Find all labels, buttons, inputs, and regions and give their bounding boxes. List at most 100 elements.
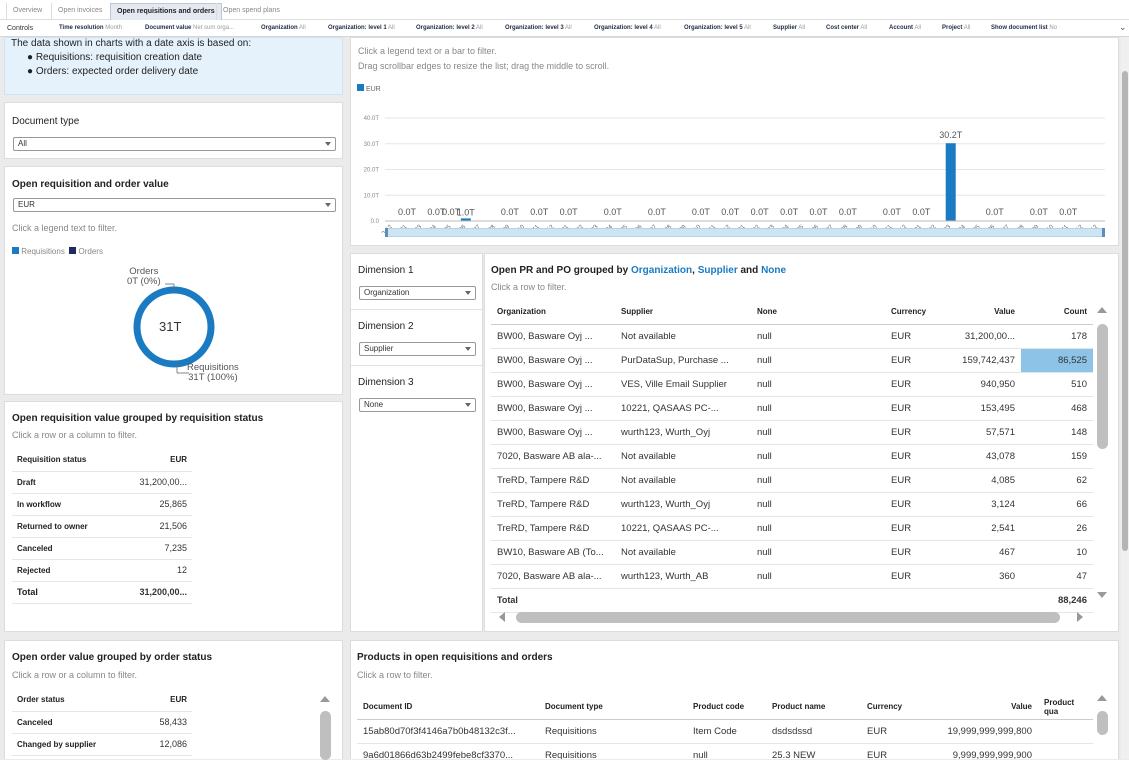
chart-range-scrollbar[interactable]: [385, 228, 1105, 237]
control-time-resolution[interactable]: Time resolution Month: [59, 20, 122, 37]
control-cost-center[interactable]: Cost center All: [826, 20, 867, 37]
column-header[interactable]: Order status: [12, 689, 139, 712]
scrollbar-thumb[interactable]: [1097, 324, 1108, 449]
scroll-up-icon[interactable]: [1097, 695, 1107, 701]
control-supplier[interactable]: Supplier All: [773, 20, 805, 37]
column-header[interactable]: None: [751, 300, 885, 325]
column-header[interactable]: Currency: [885, 300, 949, 325]
dimension-link-supplier[interactable]: Supplier: [698, 265, 738, 276]
scrollbar-thumb[interactable]: [1097, 711, 1108, 735]
dimension-link-none[interactable]: None: [761, 265, 786, 276]
table-cell: Requisitions: [539, 719, 687, 744]
column-header[interactable]: Product qua: [1038, 695, 1093, 720]
table-row[interactable]: Draft 31,200,00...: [12, 471, 192, 494]
tab-open-requisitions-and-orders[interactable]: Open requisitions and orders: [110, 3, 222, 20]
table-cell: null: [751, 468, 885, 493]
control-project[interactable]: Project All: [942, 20, 970, 37]
chevron-down-icon[interactable]: ⌄: [1119, 19, 1127, 36]
control-organization[interactable]: Organization All: [261, 20, 306, 37]
tab-open-invoices[interactable]: Open invoices: [51, 3, 108, 20]
dimension-1-label: Dimension 1: [358, 265, 414, 276]
column-header[interactable]: Product code: [687, 695, 766, 720]
column-header[interactable]: Product name: [766, 695, 861, 720]
control-organization-level-2[interactable]: Organization: level 2 All: [416, 20, 483, 37]
column-header[interactable]: Count: [1021, 300, 1093, 325]
table-row[interactable]: Rejected 12: [12, 559, 192, 582]
page-scrollbar-thumb[interactable]: [1122, 71, 1128, 551]
dimension-1-select[interactable]: Organization: [359, 286, 476, 300]
bar[interactable]: [945, 143, 956, 221]
page-scrollbar[interactable]: [1121, 37, 1129, 759]
table-header: Requisition status EUR: [12, 449, 192, 472]
scrollbar-thumb[interactable]: [320, 711, 331, 760]
table-row[interactable]: 7020, Basware AB ala-... Not available nul…: [491, 444, 1093, 469]
table-row[interactable]: 9a6d01866d63b2499febe8cf3370... Requisiti…: [357, 743, 1093, 759]
scroll-right-icon[interactable]: [1077, 612, 1083, 622]
data-label: 0.0T: [809, 207, 828, 217]
column-header[interactable]: Value: [949, 300, 1021, 325]
grouped-grid-panel: Open PR and PO grouped by Organization, …: [484, 253, 1119, 632]
dimension-2-select[interactable]: Supplier: [359, 342, 476, 356]
table-row[interactable]: BW00, Basware Oyj ... Not available null EU…: [491, 324, 1093, 349]
legend-eur[interactable]: EUR: [357, 84, 381, 93]
table-cell: null: [751, 492, 885, 517]
control-organization-level-3[interactable]: Organization: level 3 All: [505, 20, 572, 37]
bar-chart[interactable]: 0.010.0T20.0T30.0T40.0T2020-122022-01202…: [351, 108, 1118, 233]
table-row[interactable]: 7020, Basware AB ala-... wurth123, Wurth_…: [491, 564, 1093, 589]
column-header[interactable]: Requisition status: [12, 449, 118, 472]
table-row[interactable]: BW10, Basware AB (To... Not available null…: [491, 540, 1093, 565]
table-row[interactable]: BW00, Basware Oyj ... PurDataSup, Purchas…: [491, 348, 1093, 373]
table-row[interactable]: In workflow 25,865: [12, 493, 192, 516]
table-row[interactable]: Changed by supplier 12,086: [12, 733, 192, 756]
column-header[interactable]: Supplier: [615, 300, 751, 325]
table-row[interactable]: Canceled 7,235: [12, 537, 192, 560]
column-header[interactable]: EUR: [117, 449, 192, 472]
range-handle-right[interactable]: [1102, 228, 1105, 237]
table-row[interactable]: Canceled 58,433: [12, 711, 192, 734]
controls-bar: Controls Time resolution Month Document …: [0, 20, 1129, 37]
products-title: Products in open requisitions and orders: [357, 652, 553, 663]
table-row[interactable]: TreRD, Tampere R&D 10221, QASAAS PC-... nu…: [491, 516, 1093, 541]
control-document-value[interactable]: Document value Net sum orga...: [145, 20, 234, 37]
tab-open-spend-plans[interactable]: Open spend plans: [216, 3, 286, 20]
table-row[interactable]: BW00, Basware Oyj ... VES, Ville Email Su…: [491, 372, 1093, 397]
control-account[interactable]: Account All: [889, 20, 921, 37]
table-row[interactable]: TreRD, Tampere R&D wurth123, Wurth_Oyj nul…: [491, 492, 1093, 517]
table-row[interactable]: Returned to owner 21,506: [12, 515, 192, 538]
column-header[interactable]: Document ID: [357, 695, 539, 720]
column-header[interactable]: Currency: [861, 695, 931, 720]
scroll-up-icon[interactable]: [1097, 307, 1107, 313]
range-handle-left[interactable]: [385, 228, 388, 237]
column-header[interactable]: Document type: [539, 695, 687, 720]
legend-requisitions[interactable]: Requisitions: [12, 247, 65, 256]
scroll-up-icon[interactable]: [320, 696, 330, 702]
scroll-left-icon[interactable]: [499, 612, 505, 622]
table-row[interactable]: BW00, Basware Oyj ... wurth123, Wurth_Oyj…: [491, 420, 1093, 445]
data-label: 0.0T: [721, 207, 740, 217]
legend-orders[interactable]: Orders: [69, 247, 103, 256]
table-cell: null: [751, 540, 885, 565]
scrollbar-thumb-horizontal[interactable]: [516, 612, 1060, 623]
table-cell: EUR: [885, 396, 949, 421]
column-header[interactable]: Value: [931, 695, 1038, 720]
document-type-select[interactable]: All: [13, 137, 336, 151]
dimension-link-organization[interactable]: Organization: [631, 265, 692, 276]
control-organization-level-1[interactable]: Organization: level 1 All: [328, 20, 395, 37]
table-cell: EUR: [885, 420, 949, 445]
table-row[interactable]: BW00, Basware Oyj ... 10221, QASAAS PC-..…: [491, 396, 1093, 421]
currency-select[interactable]: EUR: [13, 198, 336, 212]
table-row[interactable]: TreRD, Tampere R&D Not available null EUR 4,…: [491, 468, 1093, 493]
scroll-down-icon[interactable]: [1097, 592, 1107, 598]
table-row[interactable]: 15ab80d70f3f4146a7b0b48132c3f... Requisit…: [357, 719, 1093, 744]
donut-title: Open requisition and order value: [12, 179, 169, 190]
row-value: 25,865: [117, 493, 192, 516]
control-organization-level-4[interactable]: Organization: level 4 All: [594, 20, 661, 37]
control-organization-level-5[interactable]: Organization: level 5 All: [684, 20, 751, 37]
column-header[interactable]: Organization: [491, 300, 615, 325]
tab-overview[interactable]: Overview: [6, 3, 48, 20]
column-header[interactable]: EUR: [138, 689, 192, 712]
data-label: 0.0T: [501, 207, 520, 217]
data-label: 0.0T: [1030, 207, 1049, 217]
dimension-3-select[interactable]: None: [359, 398, 476, 412]
control-show-document-list[interactable]: Show document list No: [991, 20, 1057, 37]
